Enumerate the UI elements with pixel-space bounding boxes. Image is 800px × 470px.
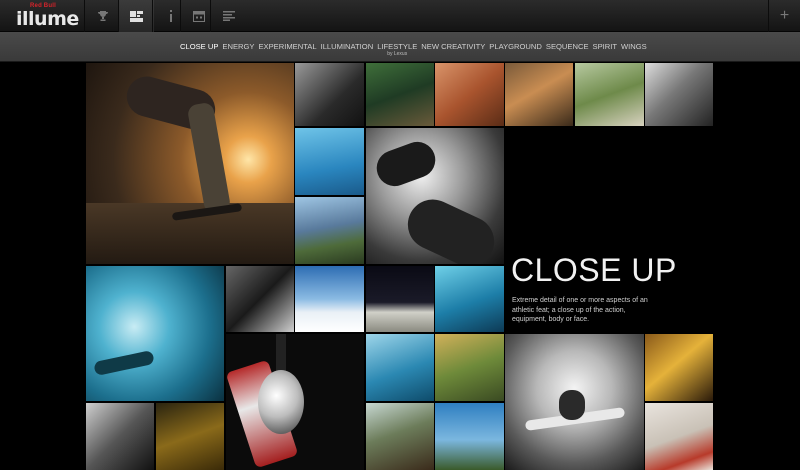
category-energy[interactable]: ENERGY	[222, 42, 258, 51]
info-icon	[169, 10, 172, 22]
photo-tile-mtb-forest[interactable]	[366, 63, 434, 126]
category-spirit[interactable]: SPIRIT	[593, 42, 621, 51]
photo-tile-strings-bw[interactable]	[226, 266, 294, 332]
photo-tile-lightbulb[interactable]	[226, 334, 364, 470]
photo-tile-wave-barrel[interactable]	[86, 266, 224, 401]
photo-tile-paraglider[interactable]	[295, 197, 364, 264]
photo-tile-bike-close[interactable]	[505, 63, 573, 126]
category-bar: CLOSE UP ENERGY EXPERIMENTAL ILLUMINATIO…	[0, 32, 800, 62]
photo-tile-bmx-trees[interactable]	[366, 403, 434, 470]
photo-tile-sky-jumper[interactable]	[645, 403, 713, 470]
category-playground[interactable]: PLAYGROUND	[489, 42, 546, 51]
trophy-button[interactable]	[84, 0, 120, 32]
photo-tile-bmx-bw[interactable]	[295, 63, 364, 126]
photo-tile-street-rider[interactable]	[435, 334, 504, 401]
top-toolbar: Red Bull illume +	[0, 0, 800, 32]
category-lifestyle-sub: by Lexus	[387, 51, 408, 57]
add-button[interactable]: +	[768, 0, 800, 32]
mosaic-icon	[130, 10, 143, 22]
category-lifestyle[interactable]: LIFESTYLE by Lexus	[377, 42, 421, 57]
category-sequence[interactable]: SEQUENCE	[546, 42, 593, 51]
photo-tile-surfer-bw-large[interactable]	[505, 334, 644, 470]
photo-tile-racer-bw[interactable]	[86, 403, 154, 470]
photo-tile-surf-turn[interactable]	[366, 334, 434, 401]
feature-description: Extreme detail of one or more aspects of…	[512, 297, 648, 323]
feature-title: CLOSE UP	[511, 252, 677, 288]
photo-tile-surf-bw[interactable]	[645, 63, 713, 126]
photo-tile-dirt-spray[interactable]	[435, 63, 504, 126]
photo-tile-skateboarder[interactable]	[86, 63, 294, 264]
category-new-creativity[interactable]: NEW CREATIVITY	[421, 42, 489, 51]
photo-tile-snow-jump[interactable]	[295, 266, 364, 332]
red-bull-illume-logo[interactable]: Red Bull illume	[16, 3, 79, 30]
category-illumination[interactable]: ILLUMINATION	[321, 42, 378, 51]
category-lifestyle-label: LIFESTYLE	[377, 42, 418, 51]
photo-tile-night-bike[interactable]	[156, 403, 224, 470]
logo-word: illume	[16, 8, 79, 30]
photo-tile-underwater[interactable]	[295, 128, 364, 195]
list-icon	[222, 11, 235, 21]
calendar-icon	[192, 10, 205, 22]
category-wings[interactable]: WINGS	[621, 42, 651, 51]
trophy-icon	[97, 11, 108, 21]
photo-tile-surfer-blue[interactable]	[435, 266, 504, 332]
photo-tile-bmx-sky[interactable]	[435, 403, 504, 470]
category-experimental[interactable]: EXPERIMENTAL	[258, 42, 320, 51]
mosaic-view-button[interactable]	[118, 0, 154, 32]
photo-tile-mtb-trees[interactable]	[575, 63, 644, 126]
photo-tile-foot-bw[interactable]	[366, 128, 504, 264]
list-view-button[interactable]	[210, 0, 246, 32]
photo-tile-bmx-building[interactable]	[366, 266, 434, 332]
photo-tile-bike-wheel-yellow[interactable]	[645, 334, 713, 401]
category-nav: CLOSE UP ENERGY EXPERIMENTAL ILLUMINATIO…	[180, 42, 651, 57]
category-close-up[interactable]: CLOSE UP	[180, 42, 222, 51]
